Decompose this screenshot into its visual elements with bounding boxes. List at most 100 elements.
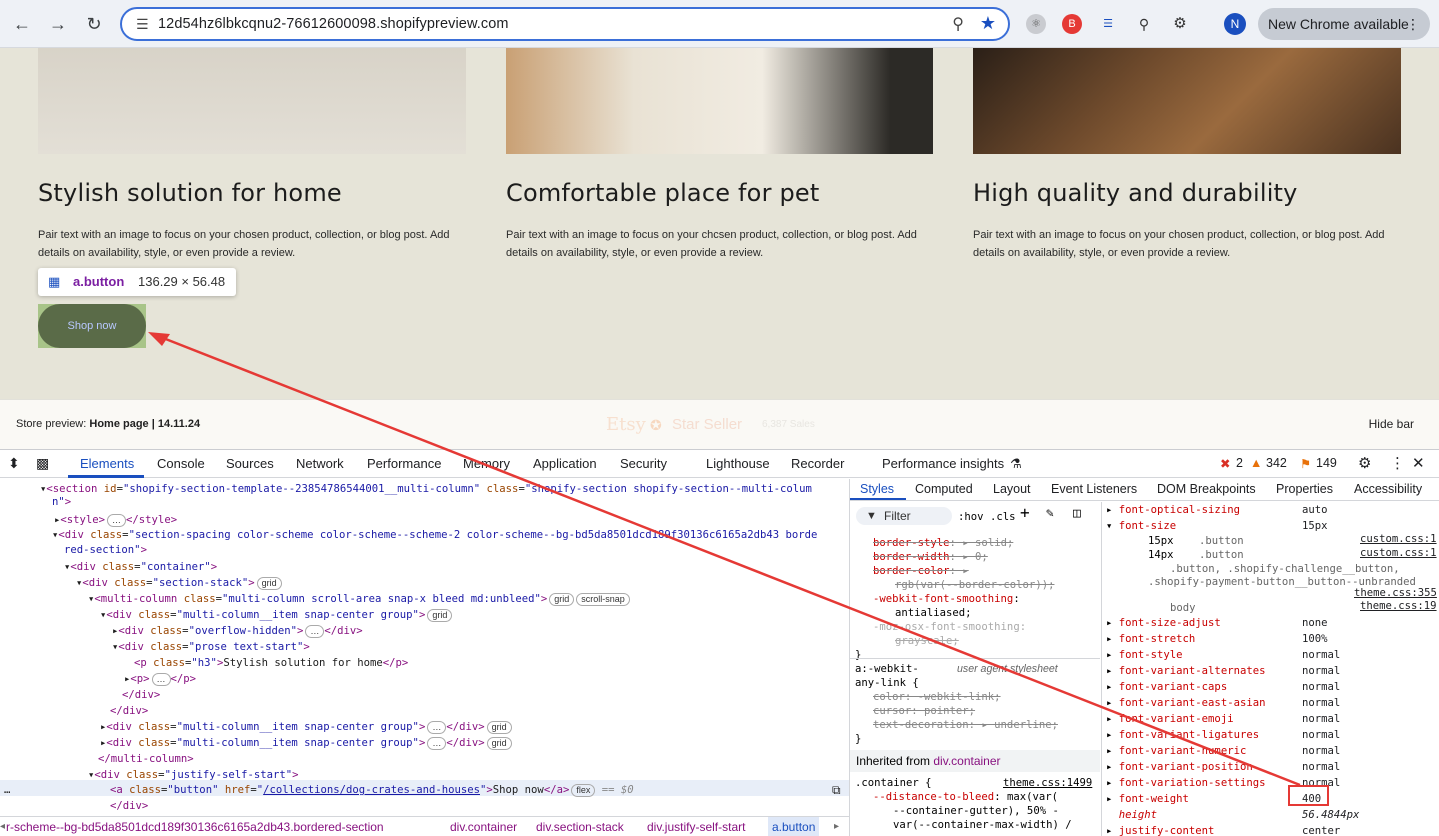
hide-bar-button[interactable]: Hide bar	[1369, 417, 1414, 431]
tab-performance-insights[interactable]: Performance insights	[882, 456, 1004, 471]
computed-row[interactable]: ▸ font-variant-caps normal	[1106, 679, 1340, 695]
source-link[interactable]: custom.css:1	[1360, 533, 1437, 545]
dom-line-section[interactable]: ▾<section id="shopify-section-template--…	[40, 481, 812, 497]
dom-line-h3[interactable]: <p class="h3">Stylish solution for home<…	[134, 655, 408, 671]
tab-application[interactable]: Application	[533, 456, 597, 471]
computed-row[interactable]: ▸ justify-content center	[1106, 823, 1340, 836]
dom-line-item-3[interactable]: ▸<div class="multi-column__item snap-cen…	[100, 735, 512, 751]
extension-list-icon[interactable]: ☰	[1098, 14, 1118, 34]
dom-line-a-button[interactable]: <a class="button" href="/collections/dog…	[110, 782, 634, 798]
tab-sources[interactable]: Sources	[226, 456, 274, 471]
breadcrumb-item-0[interactable]: r-scheme--bg-bd5da8501dcd189f30136c6165a…	[6, 817, 384, 836]
tab-memory[interactable]: Memory	[463, 456, 510, 471]
warning-icon[interactable]: ▲	[1250, 456, 1262, 470]
computed-row[interactable]: ▸ font-optical-sizing auto	[1106, 502, 1328, 518]
computed-row[interactable]: ▸ font-variant-alternates normal	[1106, 663, 1340, 679]
dom-line-justify[interactable]: ▾<div class="justify-self-start">	[88, 767, 299, 783]
hov-toggle[interactable]: :hov	[958, 510, 984, 524]
dom-line-container[interactable]: ▾<div class="container">	[64, 559, 217, 575]
dom-line-multi-column[interactable]: ▾<multi-column class="multi-column scrol…	[88, 591, 630, 607]
computed-row[interactable]: ▸ font-variant-position normal	[1106, 759, 1340, 775]
source-link[interactable]: theme.css:355	[1354, 587, 1437, 599]
reload-icon[interactable]: ↻	[82, 12, 106, 36]
sidebar-toggle-icon[interactable]: ◫	[1073, 507, 1081, 521]
extensions-icon[interactable]: ⚙	[1170, 14, 1190, 34]
computed-row[interactable]: ▸ font-style normal	[1106, 647, 1340, 663]
source-link[interactable]: custom.css:1	[1360, 547, 1437, 559]
computed-row[interactable]: ▸ font-variation-settings normal	[1106, 775, 1340, 791]
tab-console[interactable]: Console	[157, 456, 205, 471]
url-text[interactable]: 12d54hz6lbkcqnu2-76612600098.shopifyprev…	[158, 16, 509, 32]
add-rule-icon[interactable]: +	[1020, 505, 1030, 521]
dom-line-item-1[interactable]: ▾<div class="multi-column__item snap-cen…	[100, 607, 453, 623]
profile-avatar[interactable]: N	[1224, 13, 1246, 35]
paint-icon[interactable]: ✎	[1046, 507, 1054, 521]
error-count[interactable]: 2	[1236, 456, 1243, 470]
computed-row[interactable]: ▾ font-size 15px	[1106, 518, 1328, 534]
tab-properties[interactable]: Properties	[1276, 482, 1333, 496]
breadcrumb-item-4[interactable]: a.button	[768, 817, 820, 836]
breadcrumb-right-icon[interactable]: ▸	[834, 817, 839, 836]
dom-tree[interactable]: ▾<section id="shopify-section-template--…	[0, 479, 849, 812]
store-preview-bar: Store preview: Home page | 14.11.24 Etsy…	[0, 399, 1439, 449]
location-pin-icon[interactable]: ⚲	[1134, 14, 1154, 34]
tab-performance[interactable]: Performance	[367, 456, 441, 471]
computed-row[interactable]: ▸ font-stretch 100%	[1106, 631, 1328, 647]
breadcrumb-item-2[interactable]: div.section-stack	[536, 817, 624, 836]
breadcrumb-left-icon[interactable]: ◂	[0, 817, 5, 836]
styles-filter-input[interactable]: ▼ Filter	[856, 507, 952, 525]
tab-lighthouse[interactable]: Lighthouse	[706, 456, 770, 471]
address-bar[interactable]: ☰ 12d54hz6lbkcqnu2-76612600098.shopifypr…	[120, 7, 1010, 41]
issues-count[interactable]: 149	[1316, 456, 1337, 470]
dom-line-prose[interactable]: ▾<div class="prose text-start">	[112, 639, 310, 655]
extension-icon[interactable]: B	[1062, 14, 1082, 34]
dom-line-style[interactable]: ▸<style>… </style>	[54, 512, 177, 528]
forward-icon[interactable]: →	[46, 12, 70, 36]
tab-dom-breakpoints[interactable]: DOM Breakpoints	[1157, 482, 1256, 496]
card-title-2: Comfortable place for pet	[506, 179, 820, 207]
dom-line-dots[interactable]: …	[4, 782, 10, 798]
breadcrumb-item-3[interactable]: div.justify-self-start	[647, 817, 745, 836]
more-options-icon[interactable]: ⋮	[1390, 454, 1405, 472]
update-chrome-button[interactable]: New Chrome available ⋮	[1258, 8, 1430, 40]
source-link[interactable]: theme.css:19	[1360, 600, 1437, 612]
computed-name: font-variation-settings	[1118, 777, 1266, 789]
dom-line-section-stack[interactable]: ▾<div class="section-stack"> grid	[76, 575, 282, 591]
back-icon[interactable]: ←	[10, 12, 34, 36]
tab-recorder[interactable]: Recorder	[791, 456, 844, 471]
computed-row[interactable]: ▸ font-variant-east-asian normal	[1106, 695, 1340, 711]
close-icon[interactable]: ✕	[1412, 454, 1425, 472]
device-toolbar-icon[interactable]: ▩	[36, 455, 49, 472]
react-devtools-icon[interactable]: ⚛	[1026, 14, 1046, 34]
star-icon[interactable]: ★	[980, 13, 996, 34]
computed-row[interactable]: ▸ font-variant-ligatures normal	[1106, 727, 1340, 743]
computed-row[interactable]: ▸ font-variant-numeric normal	[1106, 743, 1340, 759]
css-rule-lines: border-style: ▸ solid; border-width: ▸ 0…	[873, 537, 1055, 647]
menu-icon[interactable]: ⋮	[1406, 8, 1420, 40]
inspect-icon[interactable]: ⬍	[8, 455, 20, 472]
dom-line-item-2[interactable]: ▸<div class="multi-column__item snap-cen…	[100, 719, 512, 735]
zoom-icon[interactable]: ⚲	[952, 14, 964, 34]
cls-toggle[interactable]: .cls	[990, 510, 1016, 524]
computed-row[interactable]: ▸ font-variant-emoji normal	[1106, 711, 1340, 727]
dom-href[interactable]: /collections/dog-crates-and-houses	[263, 784, 480, 796]
issues-icon[interactable]: ⚑	[1300, 456, 1311, 471]
tab-accessibility[interactable]: Accessibility	[1354, 482, 1422, 496]
tab-network[interactable]: Network	[296, 456, 344, 471]
breadcrumb-item-1[interactable]: div.container	[450, 817, 517, 836]
computed-value: normal	[1302, 729, 1341, 741]
dom-line-p[interactable]: ▸<p>… </p>	[124, 671, 196, 687]
tab-elements[interactable]: Elements	[80, 456, 134, 471]
tab-security[interactable]: Security	[620, 456, 667, 471]
copy-icon[interactable]: ⧉	[832, 782, 841, 798]
dom-line-div-section[interactable]: ▾<div class="section-spacing color-schem…	[52, 527, 817, 543]
tune-icon[interactable]: ☰	[136, 16, 149, 33]
shop-now-button[interactable]: Shop now	[38, 304, 146, 348]
computed-row[interactable]: ▸ font-weight 400	[1106, 791, 1321, 807]
computed-row[interactable]: height 56.4844px	[1106, 807, 1360, 823]
settings-gear-icon[interactable]: ⚙	[1358, 454, 1371, 472]
dom-line-overflow[interactable]: ▸<div class="overflow-hidden">… </div>	[112, 623, 363, 639]
warning-count[interactable]: 342	[1266, 456, 1287, 470]
computed-row[interactable]: ▸ font-size-adjust none	[1106, 615, 1328, 631]
error-icon[interactable]: ✖	[1220, 456, 1230, 471]
